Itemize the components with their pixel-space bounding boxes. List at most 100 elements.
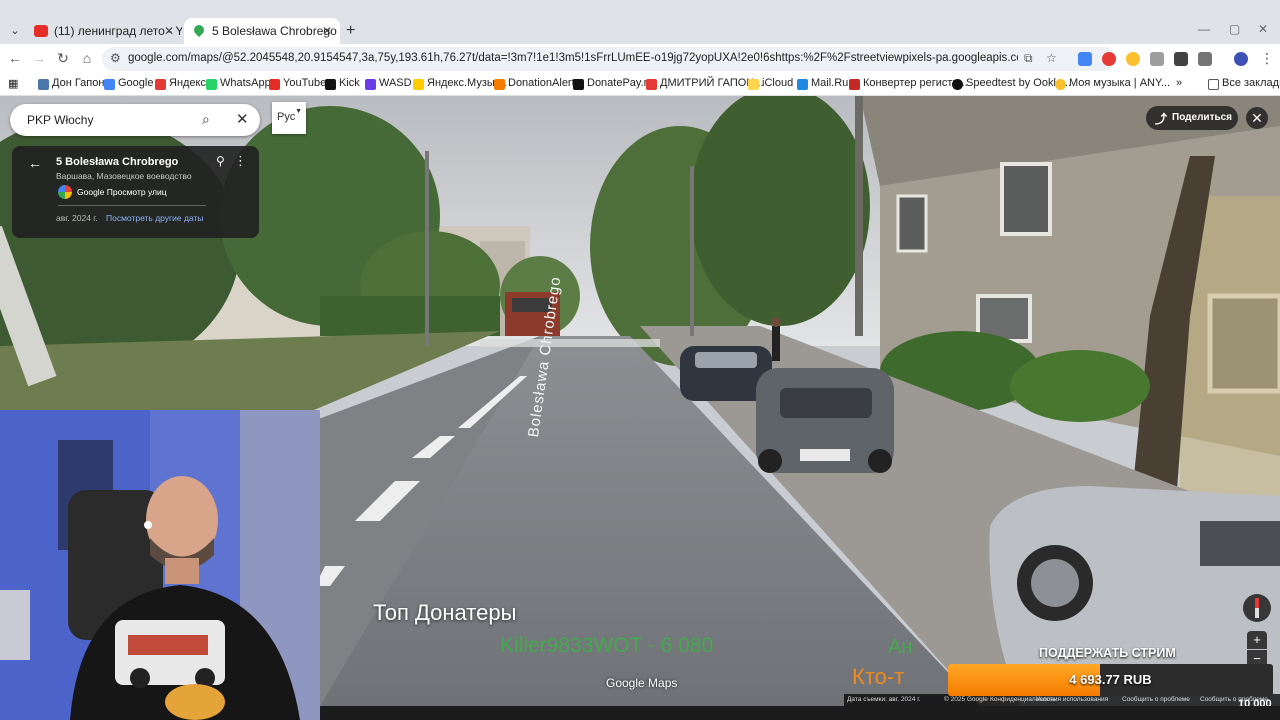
place-title: 5 Bolesława Chrobrego	[56, 156, 179, 168]
more-bookmarks-icon[interactable]: »	[1176, 77, 1182, 89]
close-window-icon[interactable]: ✕	[1258, 22, 1268, 36]
bookmark-item[interactable]: ДМИТРИЙ ГАПОН...	[646, 77, 763, 90]
bookmark-item[interactable]: DonatePay.ru	[573, 77, 653, 90]
share-button[interactable]: ⤴ Поделиться	[1146, 106, 1238, 130]
bookmark-item[interactable]: Конвертер регистр...	[849, 77, 968, 90]
bottom-strip	[320, 706, 1280, 720]
tab-title: (11) ленинград лето - YouTube	[54, 24, 182, 38]
all-bookmarks-folder[interactable]: Все закладки	[1208, 77, 1280, 90]
map-pin-icon[interactable]: ⚲	[216, 154, 225, 168]
puzzle-extensions-icon[interactable]	[1198, 52, 1212, 66]
translate-extension-icon[interactable]	[1078, 52, 1092, 66]
share-icon: ⤴	[1155, 112, 1168, 126]
minimize-icon[interactable]: —	[1198, 22, 1210, 36]
footer-terms-link[interactable]: Условия использования	[1036, 696, 1108, 703]
extension-icon[interactable]	[1126, 52, 1140, 66]
language-value: Рус	[277, 111, 296, 123]
maximize-icon[interactable]: ▢	[1229, 22, 1240, 36]
bookmark-item[interactable]: Дон Гапон	[38, 77, 104, 90]
whatsapp-icon	[206, 79, 217, 90]
donation-goal-progress-bar: 4 693.77 RUB	[948, 664, 1273, 696]
tab-search-icon[interactable]: ⌄	[6, 22, 24, 40]
close-tab-icon[interactable]: ✕	[322, 18, 332, 44]
top-donors-title: Топ Донатеры	[373, 600, 517, 625]
yandex-icon	[155, 79, 166, 90]
bookmark-item[interactable]: Speedtest by Ookla...	[952, 77, 1071, 90]
site-info-icon[interactable]: ⚙	[110, 51, 121, 65]
donation-amount: 4 693.77 RUB	[1069, 672, 1152, 687]
more-options-icon[interactable]: ⋮	[234, 153, 247, 169]
other-dates-link[interactable]: Посмотреть другие даты	[106, 213, 204, 223]
google-icon	[104, 79, 115, 90]
close-icon[interactable]: ✕	[236, 110, 249, 128]
close-street-view-button[interactable]: ✕	[1246, 107, 1268, 129]
zoom-in-button[interactable]: +	[1247, 631, 1267, 649]
extension-icon[interactable]	[1174, 52, 1188, 66]
apps-grid-icon[interactable]: ▦	[8, 77, 18, 90]
donatepay-icon	[573, 79, 584, 90]
search-icon[interactable]: ⌕	[202, 111, 210, 128]
profile-avatar[interactable]	[1234, 52, 1248, 66]
share-label: Поделиться	[1172, 112, 1233, 123]
bookmark-item[interactable]: Яндекс.Музыка	[413, 77, 506, 90]
marquee-text: Кто-т	[852, 664, 905, 689]
mailru-icon	[797, 79, 808, 90]
tab-title: 5 Bolesława Chrobrego – Google Maps	[212, 24, 340, 38]
bookmark-star-icon[interactable]: ☆	[1046, 51, 1057, 65]
webcam-image	[0, 410, 320, 720]
tab-strip: ⌄ (11) ленинград лето - YouTube ✕ 5 Bole…	[0, 0, 1280, 44]
music-icon	[1055, 79, 1066, 90]
speedtest-icon	[952, 79, 963, 90]
google-logo-icon	[58, 185, 72, 199]
tab-google-maps[interactable]: 5 Bolesława Chrobrego – Google Maps ✕	[184, 18, 340, 44]
new-tab-button[interactable]: +	[346, 22, 355, 40]
reload-icon[interactable]: ↻	[54, 50, 72, 67]
search-box[interactable]: PKP Włochy ⌕ ✕	[10, 104, 260, 136]
support-stream-label: ПОДДЕРЖАТЬ СТРИМ	[1039, 646, 1176, 660]
back-icon[interactable]: ←	[6, 50, 24, 66]
compass-icon[interactable]	[1243, 594, 1271, 622]
address-bar[interactable]: ⚙ google.com/maps/@52.2045548,20.9154547…	[102, 47, 1116, 71]
place-info-card: ← 5 Bolesława Chrobrego Варшава, Мазовец…	[12, 146, 259, 238]
bookmark-item[interactable]: DonationAlerts	[494, 77, 580, 90]
language-dropdown[interactable]: Рус ▼	[272, 102, 306, 134]
home-icon[interactable]: ⌂	[78, 50, 96, 66]
youtube-icon	[34, 25, 48, 37]
divider	[58, 205, 206, 206]
capture-date: авг. 2024 г.	[56, 213, 98, 223]
top-donor-entry-2: Ан	[888, 636, 913, 658]
browser-toolbar: ← → ↻ ⌂ ⚙ google.com/maps/@52.2045548,20…	[0, 44, 1280, 74]
bookmark-item[interactable]: Яндекс	[155, 77, 206, 90]
bookmark-item[interactable]: iCloud	[748, 77, 793, 90]
bookmark-favicon	[646, 79, 657, 90]
extension-icon[interactable]	[1150, 52, 1164, 66]
donationalerts-icon	[494, 79, 505, 90]
footer-report-link[interactable]: Сообщить о проблеме	[1122, 696, 1190, 703]
url-text[interactable]: google.com/maps/@52.2045548,20.9154547,3…	[128, 52, 1018, 64]
forward-icon[interactable]: →	[30, 50, 48, 66]
tab-youtube[interactable]: (11) ленинград лето - YouTube ✕	[26, 18, 182, 44]
close-tab-icon[interactable]: ✕	[164, 18, 174, 44]
bookmark-item[interactable]: Kick	[325, 77, 360, 90]
top-donor-entry: Killer9833WOT - 6 080	[500, 634, 714, 657]
adblock-extension-icon[interactable]	[1102, 52, 1116, 66]
bookmark-item[interactable]: WASD	[365, 77, 412, 90]
wasd-icon	[365, 79, 376, 90]
youtube-icon	[269, 79, 280, 90]
search-input[interactable]: PKP Włochy	[27, 113, 93, 127]
bookmark-item[interactable]: Моя музыка | ANY...	[1055, 77, 1170, 90]
menu-dots-icon[interactable]: ⋮	[1258, 50, 1276, 67]
bookmark-item[interactable]: Google	[104, 77, 153, 90]
google-maps-icon	[191, 22, 207, 38]
bookmark-item[interactable]: WhatsApp	[206, 77, 271, 90]
source-label: Google Просмотр улиц	[77, 187, 167, 197]
open-app-icon[interactable]: ⧉	[1024, 51, 1033, 66]
bookmark-item[interactable]: YouTube	[269, 77, 326, 90]
converter-icon	[849, 79, 860, 90]
kick-icon	[325, 79, 336, 90]
bookmark-item[interactable]: Mail.Ru	[797, 77, 848, 90]
webcam-overlay	[0, 410, 320, 720]
footer-capture-date: Дата съемки: авг. 2024 г.	[847, 696, 921, 703]
back-arrow-icon[interactable]: ←	[28, 155, 42, 171]
chevron-down-icon: ▼	[295, 108, 302, 115]
